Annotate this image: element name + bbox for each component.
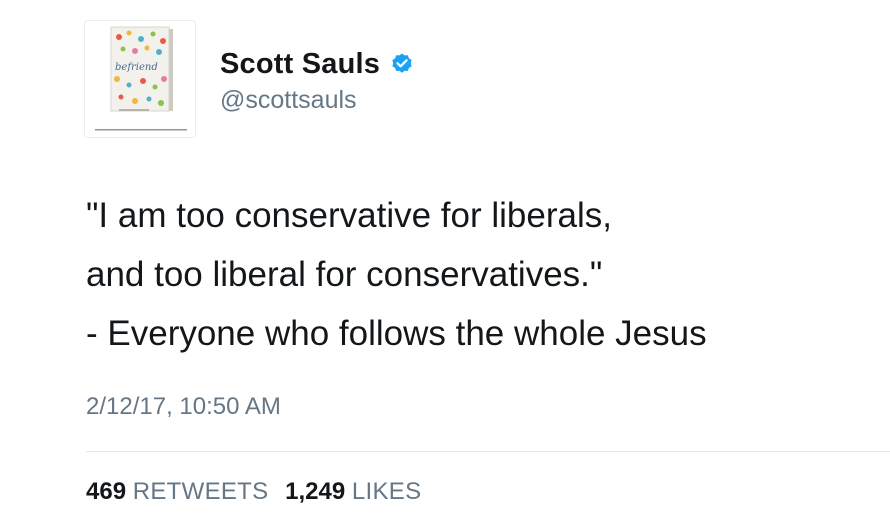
likes-count: 1,249 xyxy=(285,478,346,505)
tweet-text-line: and too liberal for conservatives." xyxy=(86,255,603,294)
tweet-text-line: "I am too conservative for liberals, xyxy=(86,196,612,235)
display-name[interactable]: Scott Sauls xyxy=(220,48,380,81)
svg-text:befriend: befriend xyxy=(115,62,158,73)
retweets-stat[interactable]: 469 RETWEETS xyxy=(86,478,268,506)
divider xyxy=(86,451,890,452)
retweets-count: 469 xyxy=(86,478,127,505)
book-cover-icon: befriend xyxy=(85,21,195,137)
likes-label: LIKES xyxy=(351,478,422,505)
tweet-text: "I am too conservative for liberals, and… xyxy=(86,186,876,363)
tweet-text-line: - Everyone who follows the whole Jesus xyxy=(86,314,707,353)
tweet-stats: 469 RETWEETS 1,249 LIKES xyxy=(86,478,431,506)
retweets-label: RETWEETS xyxy=(132,478,269,505)
verified-badge-icon xyxy=(390,52,414,76)
user-name-row: Scott Sauls xyxy=(220,44,414,84)
tweet-card: befriend Scott Sauls @scottsauls "I am t… xyxy=(0,0,890,522)
user-handle[interactable]: @scottsauls xyxy=(220,86,357,115)
avatar[interactable]: befriend xyxy=(84,20,196,138)
likes-stat[interactable]: 1,249 LIKES xyxy=(285,478,421,506)
tweet-timestamp[interactable]: 2/12/17, 10:50 AM xyxy=(86,393,281,421)
